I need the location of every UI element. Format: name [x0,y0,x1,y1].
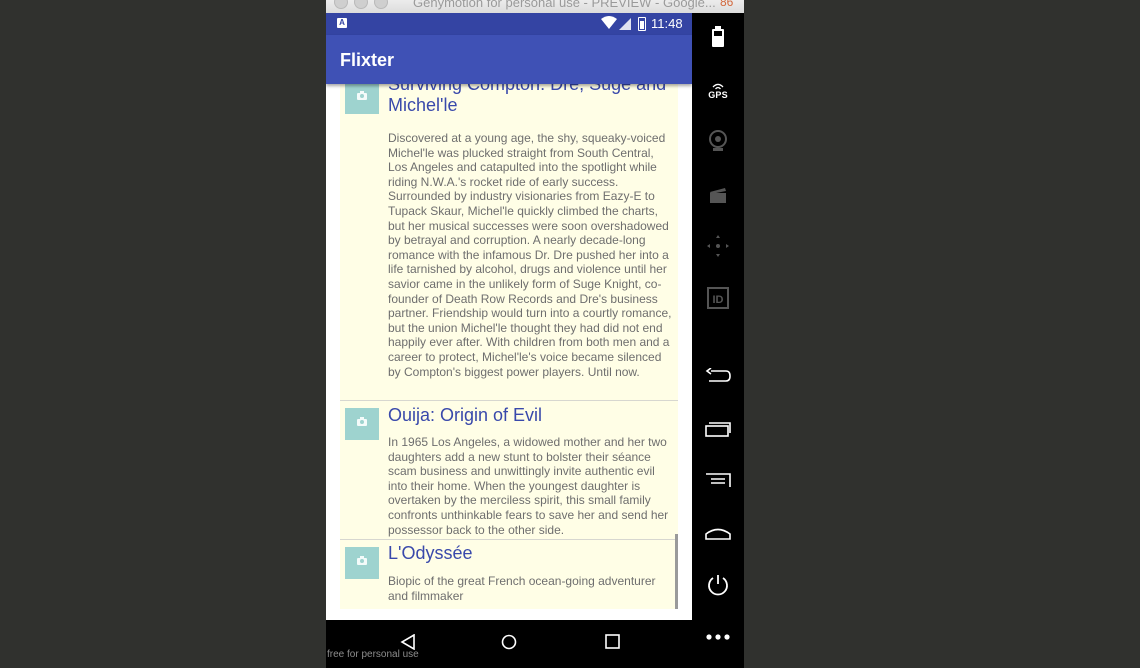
movie-title: Surviving Compton: Dre, Suge and Michel'… [388,84,667,115]
movie-list-item[interactable]: Ouija: Origin of Evil In 1965 Los Angele… [340,401,678,540]
movie-poster [345,84,379,114]
gps-label: GPS [708,89,728,100]
back-icon[interactable] [400,634,416,650]
more-tool-icon[interactable] [704,625,732,649]
movie-title: Ouija: Origin of Evil [388,405,543,425]
capture-tool-icon[interactable] [704,183,732,207]
home-tool-icon[interactable] [704,521,732,545]
movie-overview: In 1965 Los Angeles, a widowed mother an… [388,435,669,537]
close-window-button[interactable] [334,0,348,9]
wifi-icon [601,16,617,29]
movie-overview: Biopic of the great French ocean-going a… [388,574,656,603]
movie-poster [345,408,379,440]
power-tool-icon[interactable] [704,573,732,597]
camera-icon [357,91,367,100]
minimize-window-button[interactable] [354,0,368,9]
camera-icon [357,417,367,426]
menu-tool-icon[interactable] [704,469,732,493]
app-bar: Flixter [326,35,692,84]
battery-tool-icon[interactable] [704,25,732,49]
window-title: Genymotion for personal use - PREVIEW - … [413,0,716,10]
navigation-bar [326,620,692,668]
notification-icon: A [337,18,347,28]
emulator-toolbar: GPS ID [692,13,744,668]
camera-icon [357,556,367,565]
back-tool-icon[interactable] [704,364,732,388]
movie-overview: Discovered at a young age, the shy, sque… [388,131,672,379]
status-bar: A 11:48 [326,13,692,35]
home-icon[interactable] [501,634,517,650]
dpad-tool-icon[interactable] [704,234,732,258]
movie-title: L'Odyssée [388,543,473,563]
webcam-tool-icon[interactable] [704,129,732,153]
battery-icon [638,17,646,31]
movie-list-item[interactable]: L'Odyssée Biopic of the great French oce… [340,540,678,609]
zoom-window-button[interactable] [374,0,388,9]
identifier-tool-icon[interactable]: ID [704,286,732,310]
personal-use-watermark: free for personal use [327,649,419,660]
signal-icon [619,18,631,30]
identifier-label: ID [713,294,724,306]
recents-icon[interactable] [605,634,620,649]
movie-list-item[interactable]: Surviving Compton: Dre, Suge and Michel'… [340,84,678,401]
emulator-title-bar: 86 Genymotion for personal use - PREVIEW… [326,0,744,13]
movie-poster [345,547,379,579]
movie-list[interactable]: Surviving Compton: Dre, Suge and Michel'… [340,84,678,609]
app-title: Flixter [340,50,395,70]
device-screen: A 11:48 Flixter Surviving Compton: Dre, … [326,13,692,620]
genymotion-badge: 86 [720,0,734,9]
scrollbar[interactable] [675,534,678,609]
status-time: 11:48 [651,16,683,31]
recent-apps-tool-icon[interactable] [704,417,732,441]
gps-tool-icon[interactable]: GPS [704,79,732,103]
